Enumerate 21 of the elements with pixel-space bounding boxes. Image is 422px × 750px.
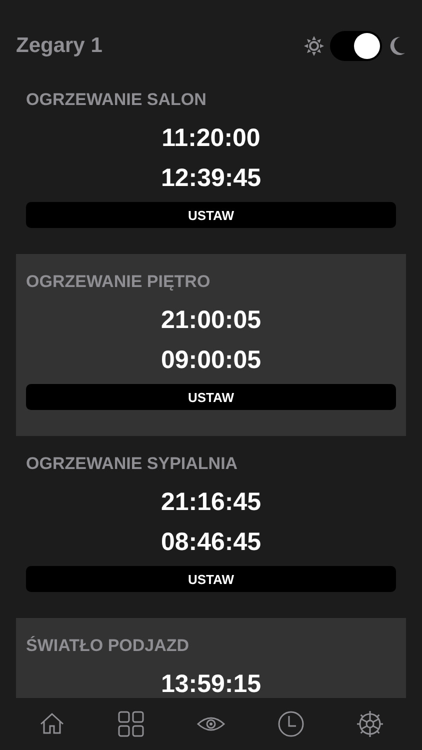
- sun-icon: [304, 36, 324, 56]
- timer-title: OGRZEWANIE PIĘTRO: [26, 272, 210, 292]
- timer-title: OGRZEWANIE SALON: [26, 90, 206, 110]
- time-value: 11:20:00: [162, 123, 260, 154]
- set-button[interactable]: USTAW: [26, 384, 396, 410]
- time-value: 08:46:45: [160, 527, 262, 558]
- time-value: 13:59:15: [160, 669, 262, 698]
- time-value: 09:00:05: [160, 345, 262, 376]
- grid-icon[interactable]: [117, 710, 146, 738]
- clock-icon[interactable]: [276, 710, 305, 738]
- time-value: 21:00:05: [160, 305, 262, 336]
- timer-title: ŚWIATŁO PODJAZD: [26, 636, 190, 656]
- set-button[interactable]: USTAW: [26, 566, 396, 592]
- set-button[interactable]: USTAW: [26, 202, 396, 228]
- moon-icon: [388, 36, 406, 56]
- theme-toggle[interactable]: [330, 31, 382, 61]
- time-value: 12:39:45: [160, 163, 262, 194]
- time-value: 21:16:45: [160, 487, 262, 518]
- app-title: Zegary 1: [16, 34, 104, 58]
- timer-title: OGRZEWANIE SYPIALNIA: [26, 454, 238, 474]
- settings-icon[interactable]: [356, 710, 384, 738]
